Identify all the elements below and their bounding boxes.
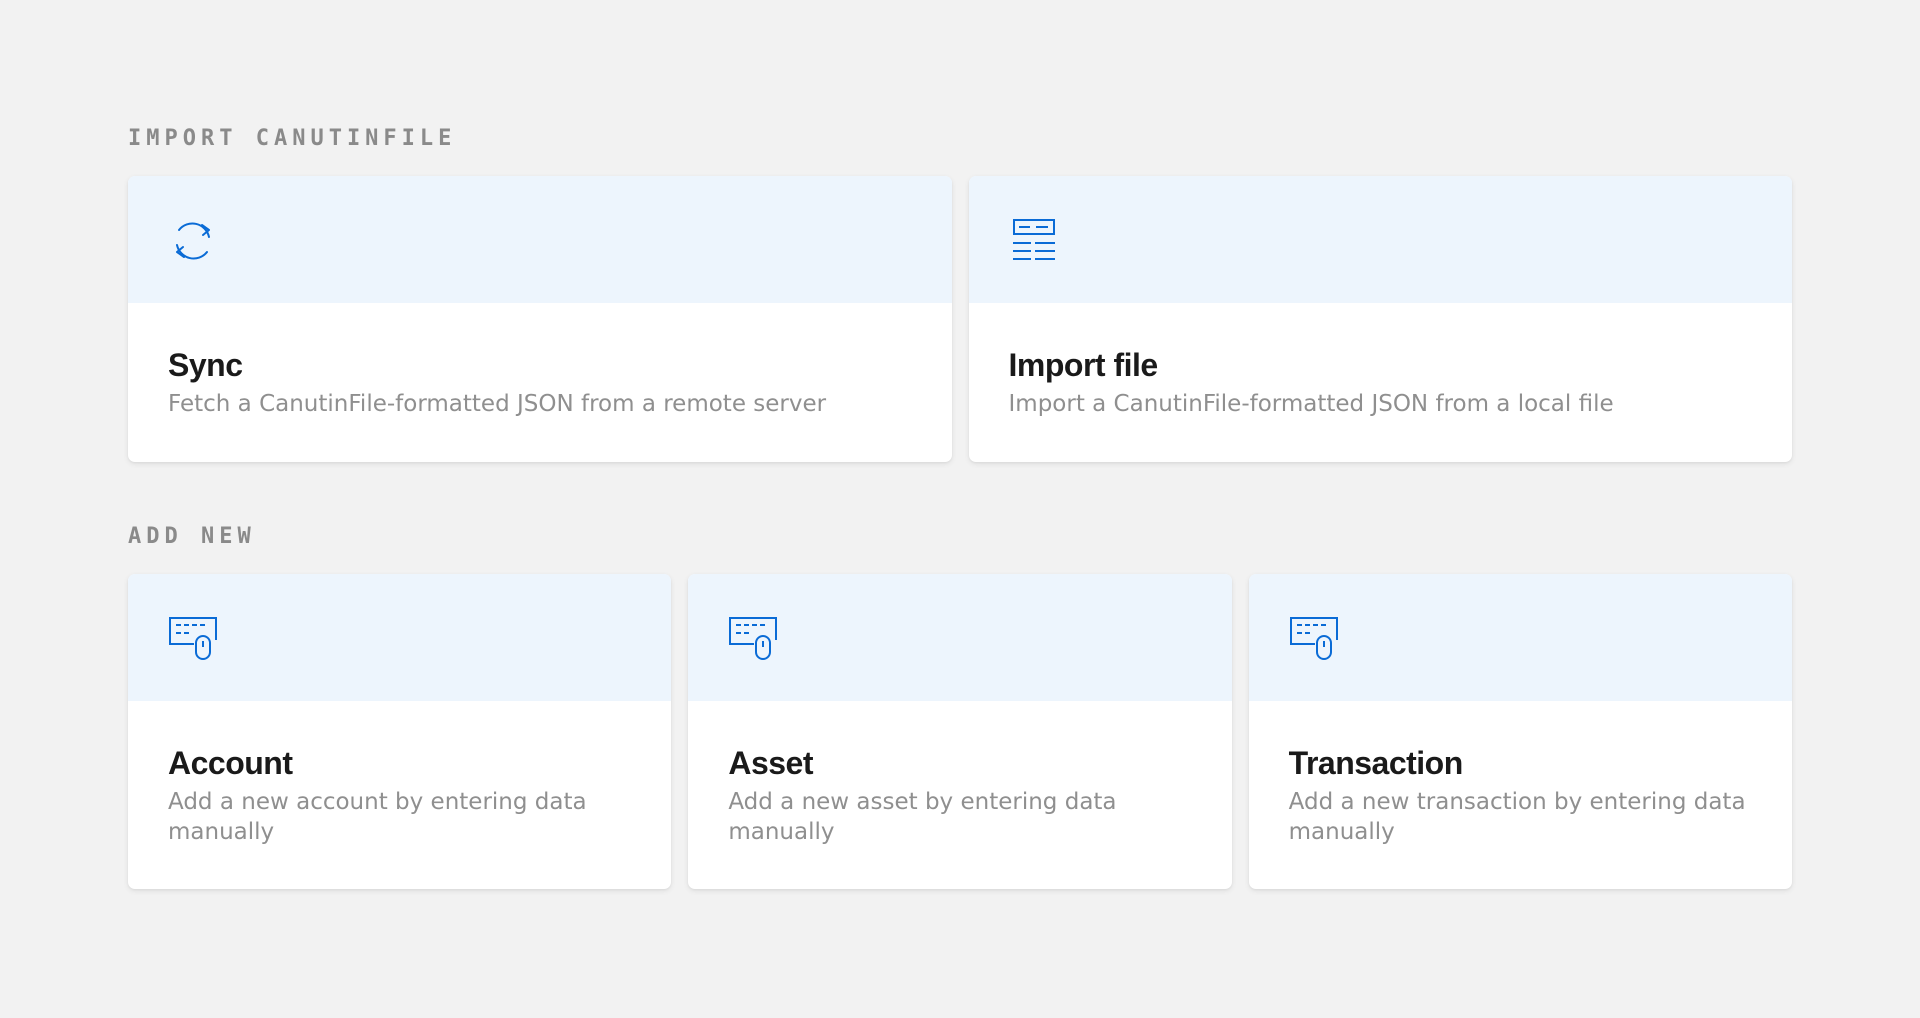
card-body: Asset Add a new asset by entering data m… <box>688 701 1231 889</box>
card-header <box>1248 574 1792 701</box>
sync-card[interactable]: Sync Fetch a CanutinFile-formatted JSON … <box>128 176 952 462</box>
section-title-add-new: Add new <box>128 524 256 549</box>
card-description: Add a new transaction by entering data m… <box>1288 789 1746 845</box>
card-description: Fetch a CanutinFile-formatted JSON from … <box>168 391 827 417</box>
card-header <box>688 574 1232 701</box>
card-title: Sync <box>168 347 243 383</box>
card-title: Asset <box>728 745 813 781</box>
asset-card[interactable]: Asset Add a new asset by entering data m… <box>688 574 1232 889</box>
sync-icon <box>176 222 210 260</box>
card-description: Import a CanutinFile-formatted JSON from… <box>1008 391 1614 417</box>
keyboard-mouse-icon <box>1289 617 1338 660</box>
add-new-card-grid: Account Add a new account by entering da… <box>128 574 1792 889</box>
card-title: Account <box>168 745 293 781</box>
card-body: Import file Import a CanutinFile-formatt… <box>969 303 1793 462</box>
card-header <box>128 574 672 701</box>
keyboard-mouse-icon <box>729 617 778 660</box>
card-body: Account Add a new account by entering da… <box>128 701 671 889</box>
card-header <box>968 176 1792 303</box>
import-file-card[interactable]: Import file Import a CanutinFile-formatt… <box>968 176 1793 462</box>
account-card[interactable]: Account Add a new account by entering da… <box>128 574 672 889</box>
card-description: Add a new asset by entering data manuall… <box>728 789 1117 845</box>
card-header <box>128 176 952 303</box>
import-card-grid: Sync Fetch a CanutinFile-formatted JSON … <box>128 176 1792 462</box>
keyboard-mouse-icon <box>169 617 217 660</box>
card-title: Import file <box>1008 347 1159 383</box>
section-title-import: Import CanutinFile <box>128 126 457 151</box>
card-body: Sync Fetch a CanutinFile-formatted JSON … <box>128 303 952 462</box>
card-description: Add a new account by entering data manua… <box>168 789 587 845</box>
document-icon <box>1012 219 1055 260</box>
card-body: Transaction Add a new transaction by ent… <box>1249 701 1792 889</box>
card-title: Transaction <box>1288 745 1464 781</box>
transaction-card[interactable]: Transaction Add a new transaction by ent… <box>1248 574 1792 889</box>
